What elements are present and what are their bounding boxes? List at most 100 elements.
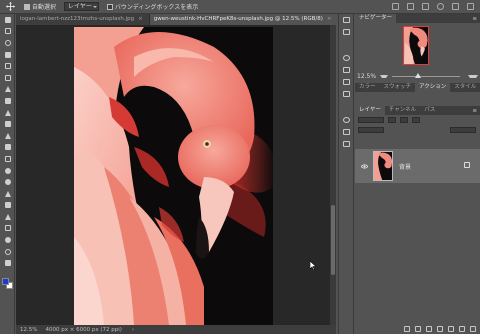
crop-tool[interactable] xyxy=(0,60,15,72)
close-tab-icon[interactable]: × xyxy=(138,14,143,25)
layer-thumbnail xyxy=(373,151,393,181)
layers-panel-tab[interactable]: レイヤー xyxy=(355,106,385,115)
color-panel-button[interactable] xyxy=(339,52,353,64)
navigator-panel: 12.5% xyxy=(355,23,480,83)
swatches-panel-button[interactable] xyxy=(339,64,353,76)
link-layers-icon[interactable] xyxy=(404,326,410,332)
properties-panel-button[interactable] xyxy=(339,26,353,38)
color-swatches[interactable] xyxy=(2,278,13,289)
eye-icon[interactable] xyxy=(359,163,369,169)
path-select-tool[interactable] xyxy=(0,211,15,223)
auto-select-checkbox[interactable] xyxy=(24,3,30,10)
adjustments-panel-button[interactable] xyxy=(339,114,353,126)
frame-tool[interactable] xyxy=(0,72,15,84)
navigator-menu-icon[interactable]: ≡ xyxy=(472,16,477,22)
status-arrow[interactable]: › xyxy=(132,327,134,333)
adjustment-layer-icon[interactable] xyxy=(437,326,443,332)
layer-mask-icon[interactable] xyxy=(426,326,432,332)
share-icon[interactable] xyxy=(467,3,474,10)
history-panel-button[interactable] xyxy=(339,14,353,26)
vertical-scrollbar[interactable] xyxy=(330,25,336,325)
right-panels: ナビゲーター ≡ 12.5% カラースウォッチアクションスタイル ≡ xyxy=(355,14,480,334)
more-tools-icon xyxy=(4,260,11,267)
adjust-panel-tab[interactable]: スタイル xyxy=(450,83,480,92)
eraser-tool[interactable] xyxy=(0,142,15,154)
layer-row-background[interactable]: 背景 xyxy=(355,149,480,183)
eyedropper-tool[interactable] xyxy=(0,84,15,96)
more-options-icon[interactable] xyxy=(422,3,429,10)
document-tab[interactable]: logan-lambert-nzz123tmzhs-unsplash.jpg × xyxy=(16,14,150,25)
dodge-tool[interactable] xyxy=(0,176,15,188)
blur-tool[interactable] xyxy=(0,165,15,177)
object-select-icon xyxy=(4,51,11,58)
stamp-tool[interactable] xyxy=(0,118,15,130)
scrollbar-thumb[interactable] xyxy=(331,205,335,275)
marquee-tool[interactable] xyxy=(0,26,15,38)
panel-icon-column xyxy=(338,14,354,334)
align-icon[interactable] xyxy=(392,3,399,10)
adjust-panel-tab[interactable]: スウォッチ xyxy=(380,83,416,92)
navigator-header: ナビゲーター ≡ xyxy=(355,14,480,23)
adjust-panel-tab[interactable]: カラー xyxy=(355,83,380,92)
navigator-zoom-slider[interactable] xyxy=(392,73,460,78)
paragraph-panel-button[interactable] xyxy=(339,126,353,138)
auto-select-option[interactable]: 自動選択 xyxy=(24,2,56,11)
lasso-tool[interactable] xyxy=(0,37,15,49)
transform-controls-option[interactable]: バウンディングボックスを表示 xyxy=(106,2,198,11)
new-layer-icon[interactable] xyxy=(459,326,465,332)
workspace-icon[interactable] xyxy=(452,3,459,10)
layers-panel-tab[interactable]: チャンネル xyxy=(385,106,420,115)
document-canvas[interactable] xyxy=(74,27,273,325)
navigator-zoom-value[interactable]: 12.5% xyxy=(357,73,376,80)
edit-toolbar-tool[interactable] xyxy=(0,257,15,269)
zoom-slider-knob[interactable] xyxy=(415,73,422,78)
move-tool-icon[interactable] xyxy=(4,1,16,13)
layer-style-icon[interactable] xyxy=(415,326,421,332)
layer-name[interactable]: 背景 xyxy=(399,162,411,171)
layers-panel-tab[interactable]: パス xyxy=(420,106,439,115)
pen-tool[interactable] xyxy=(0,188,15,200)
character-panel-button[interactable] xyxy=(339,138,353,150)
opacity-field[interactable] xyxy=(450,127,476,133)
actions-panel-button[interactable] xyxy=(339,76,353,88)
filter-type-icon[interactable] xyxy=(412,117,420,123)
auto-select-target-dropdown[interactable]: レイヤー xyxy=(64,2,99,11)
zoom-in-icon[interactable] xyxy=(468,74,478,79)
lock-icon[interactable] xyxy=(464,162,470,168)
styles-panel-button[interactable] xyxy=(339,88,353,100)
hand-tool[interactable] xyxy=(0,234,15,246)
canvas-area[interactable] xyxy=(16,25,336,325)
healing-tool[interactable] xyxy=(0,95,15,107)
distribute-icon[interactable] xyxy=(407,3,414,10)
close-tab-icon[interactable]: × xyxy=(327,14,332,25)
new-group-icon[interactable] xyxy=(448,326,454,332)
color-icon xyxy=(342,55,350,61)
brush-tool[interactable] xyxy=(0,107,15,119)
history-brush-icon xyxy=(4,132,11,139)
document-tab[interactable]: gwen-weustink-HvCHRFpeK8s-unsplash.jpg @… xyxy=(149,14,336,25)
filter-pixel-icon[interactable] xyxy=(388,117,396,123)
blend-mode-dropdown[interactable] xyxy=(358,127,384,133)
object-select-tool[interactable] xyxy=(0,49,15,61)
layers-menu-icon[interactable]: ≡ xyxy=(472,108,477,114)
layers-footer xyxy=(355,324,480,334)
tab-navigator[interactable]: ナビゲーター xyxy=(355,14,397,23)
transform-controls-checkbox[interactable] xyxy=(106,3,113,10)
layer-filter-dropdown[interactable] xyxy=(358,117,384,123)
zoom-tool[interactable] xyxy=(0,246,15,258)
navigator-thumbnail[interactable] xyxy=(403,26,429,65)
status-zoom[interactable]: 12.5% xyxy=(20,327,37,333)
filter-adjust-icon[interactable] xyxy=(400,117,408,123)
type-tool[interactable] xyxy=(0,200,15,212)
move-tool[interactable] xyxy=(0,14,15,26)
marquee-icon xyxy=(4,28,11,35)
search-icon[interactable] xyxy=(437,3,444,10)
foreground-color-swatch[interactable] xyxy=(2,278,9,285)
gradient-tool[interactable] xyxy=(0,153,15,165)
shape-tool[interactable] xyxy=(0,223,15,235)
history-brush-tool[interactable] xyxy=(0,130,15,142)
mouse-pointer-icon xyxy=(309,260,317,272)
delete-layer-icon[interactable] xyxy=(470,326,476,332)
zoom-out-icon[interactable] xyxy=(380,74,389,79)
adjust-panel-tab[interactable]: アクション xyxy=(415,83,451,92)
